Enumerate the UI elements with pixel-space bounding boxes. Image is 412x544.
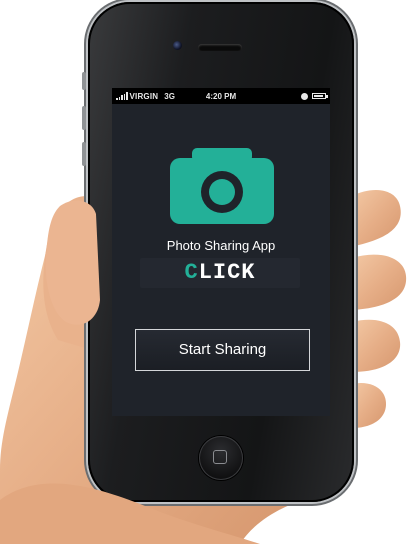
volume-up-button	[82, 106, 86, 130]
front-camera	[173, 41, 182, 50]
status-time: 4:20 PM	[205, 91, 237, 101]
camera-icon	[170, 148, 274, 224]
earpiece-speaker	[198, 44, 242, 51]
smartphone: VIRGIN 3G 4:20 PM Photo Sharing App CLIC…	[82, 2, 354, 502]
logo-rest: LICK	[198, 260, 256, 285]
silent-switch	[82, 72, 86, 90]
battery-icon	[312, 93, 328, 99]
status-bar: VIRGIN 3G 4:20 PM	[112, 88, 330, 104]
phone-screen: VIRGIN 3G 4:20 PM Photo Sharing App CLIC…	[112, 88, 330, 416]
logo-first-letter: C	[184, 260, 199, 285]
home-button[interactable]	[199, 436, 243, 480]
home-square-icon	[213, 450, 227, 464]
start-sharing-button[interactable]: Start Sharing	[135, 329, 310, 371]
volume-down-button	[82, 142, 86, 166]
app-logo-wordmark: CLICK	[140, 258, 300, 288]
app-name: Photo Sharing App	[166, 238, 276, 253]
product-scene: VIRGIN 3G 4:20 PM Photo Sharing App CLIC…	[0, 0, 412, 544]
